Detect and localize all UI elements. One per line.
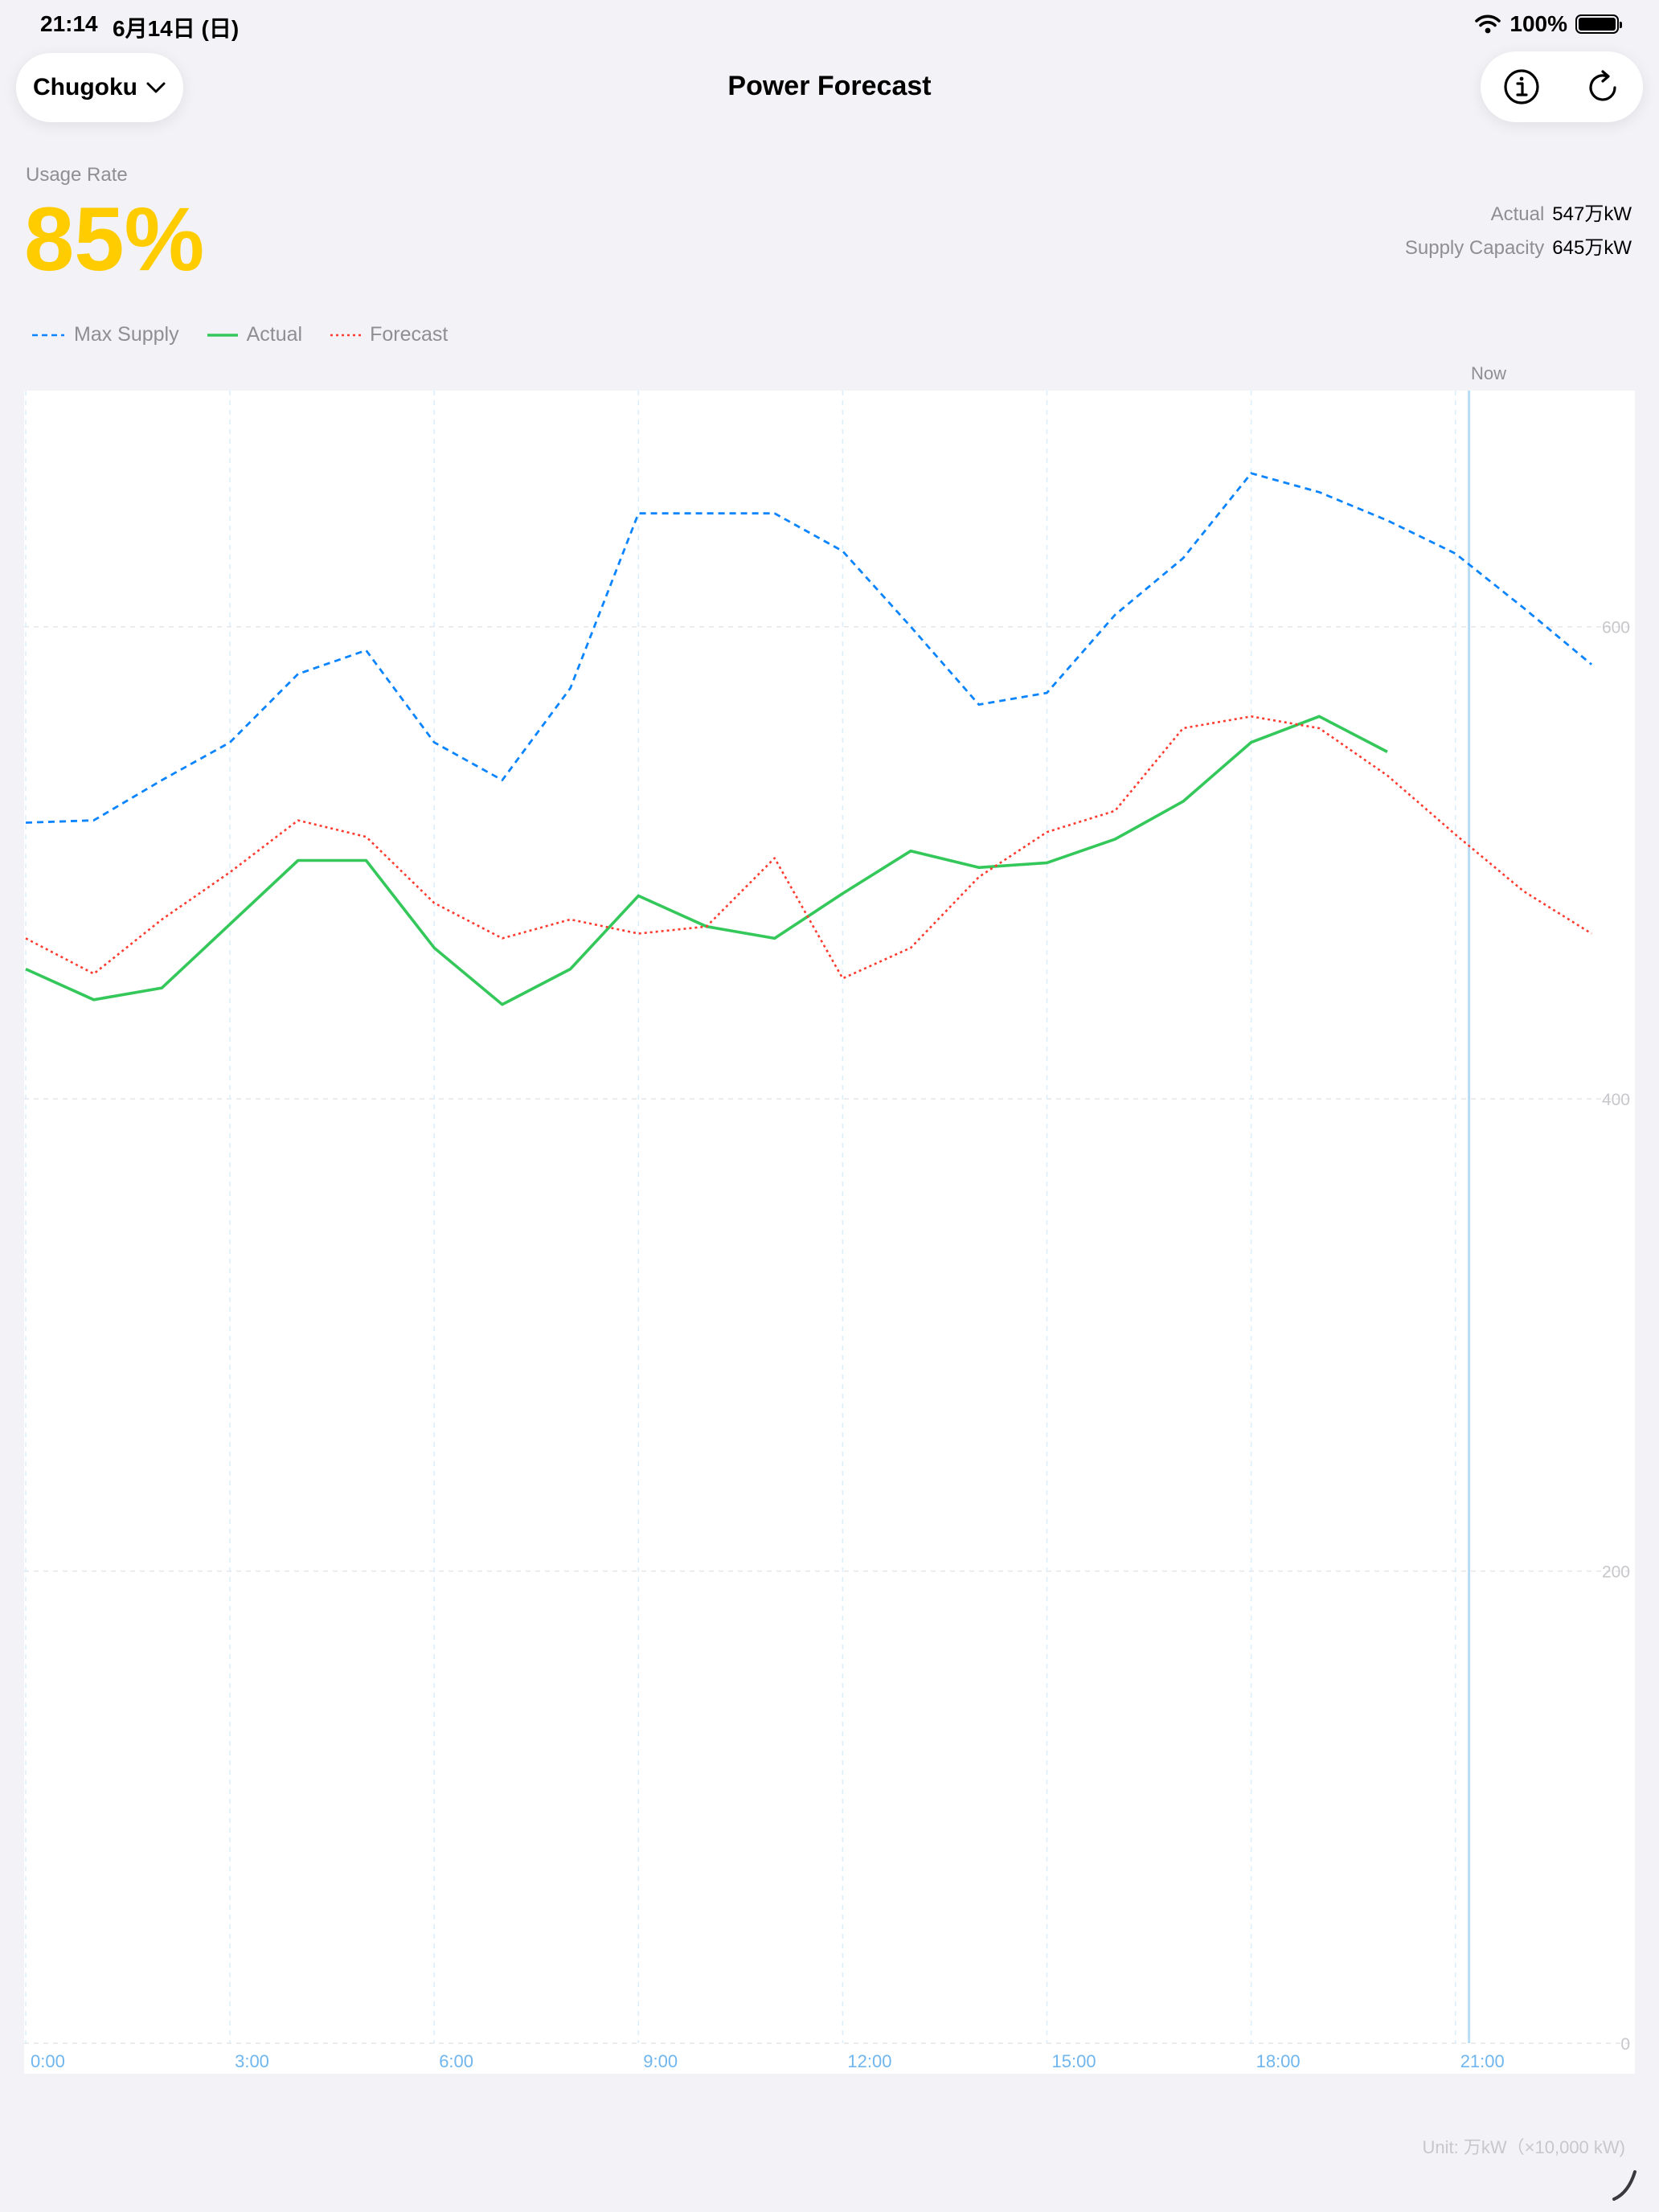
x-tick-label: 12:00: [847, 2051, 891, 2071]
x-tick-label: 3:00: [235, 2051, 269, 2071]
actual-value: 547万kW: [1552, 203, 1632, 225]
usage-rate-value: 85%: [24, 189, 205, 289]
legend-actual-swatch: [207, 333, 238, 337]
x-tick-label: 6:00: [439, 2051, 473, 2071]
y-tick-label: 0: [1620, 2035, 1630, 2054]
wifi-icon: [1475, 14, 1501, 34]
chart-legend: Max Supply Actual Forecast: [31, 323, 448, 346]
chart-panel: 0 200 400 600 0:00 3:00 6:00 9:00 12:00 15:00 18:0…: [24, 391, 1635, 2074]
y-tick-label: 400: [1602, 1091, 1630, 1109]
now-label: Now: [1471, 363, 1507, 383]
usage-rate-label: Usage Rate: [26, 164, 128, 186]
legend-max-supply-swatch: [32, 334, 64, 336]
status-right: 100%: [1474, 11, 1622, 37]
battery-icon: [1575, 14, 1622, 34]
legend-forecast: Forecast: [330, 323, 448, 346]
x-tick-label: 15:00: [1052, 2051, 1096, 2071]
y-tick-label: 200: [1602, 1563, 1630, 1582]
legend-max-supply: Max Supply: [31, 323, 179, 346]
status-bar: 21:14 6月14日 (日) 100%: [0, 0, 1659, 51]
stats-panel: Actual 547万kW Supply Capacity 645万kW: [1405, 198, 1632, 265]
capacity-value: 645万kW: [1552, 237, 1632, 259]
x-tick-label: 18:00: [1256, 2051, 1301, 2071]
legend-actual: Actual: [207, 323, 302, 346]
legend-forecast-swatch: [330, 334, 362, 336]
status-time: 21:14: [40, 11, 98, 36]
refresh-button[interactable]: [1579, 63, 1627, 111]
unit-note: Unit: 万kW（×10,000 kW): [1422, 2137, 1625, 2157]
info-icon: [1503, 69, 1539, 104]
nav-actions: [1481, 51, 1643, 122]
series-line-max-supply: [25, 472, 1592, 824]
legend-actual-label: Actual: [246, 323, 303, 346]
refresh-icon: [1588, 70, 1616, 101]
status-date: 6月14日 (日): [113, 16, 240, 41]
y-tick-label: 600: [1602, 619, 1630, 637]
info-button[interactable]: [1497, 63, 1546, 111]
actual-label: Actual: [1490, 203, 1545, 225]
series-line-forecast: [25, 715, 1592, 980]
x-tick-label: 21:00: [1460, 2051, 1505, 2071]
battery-percent: 100%: [1509, 11, 1567, 36]
x-tick-label: 9:00: [643, 2051, 678, 2071]
page-title: Power Forecast: [727, 71, 932, 101]
legend-forecast-label: Forecast: [370, 323, 449, 346]
actual-stat: Actual 547万kW: [1405, 198, 1632, 231]
legend-max-supply-label: Max Supply: [74, 323, 179, 346]
pencil-stroke-icon: [1612, 2170, 1636, 2201]
x-tick-label: 0:00: [31, 2051, 65, 2071]
capacity-label: Supply Capacity: [1404, 237, 1545, 259]
capacity-stat: Supply Capacity 645万kW: [1405, 231, 1632, 265]
power-chart: 0 200 400 600 0:00 3:00 6:00 9:00 12:00 15:00 18:0…: [24, 391, 1635, 2071]
